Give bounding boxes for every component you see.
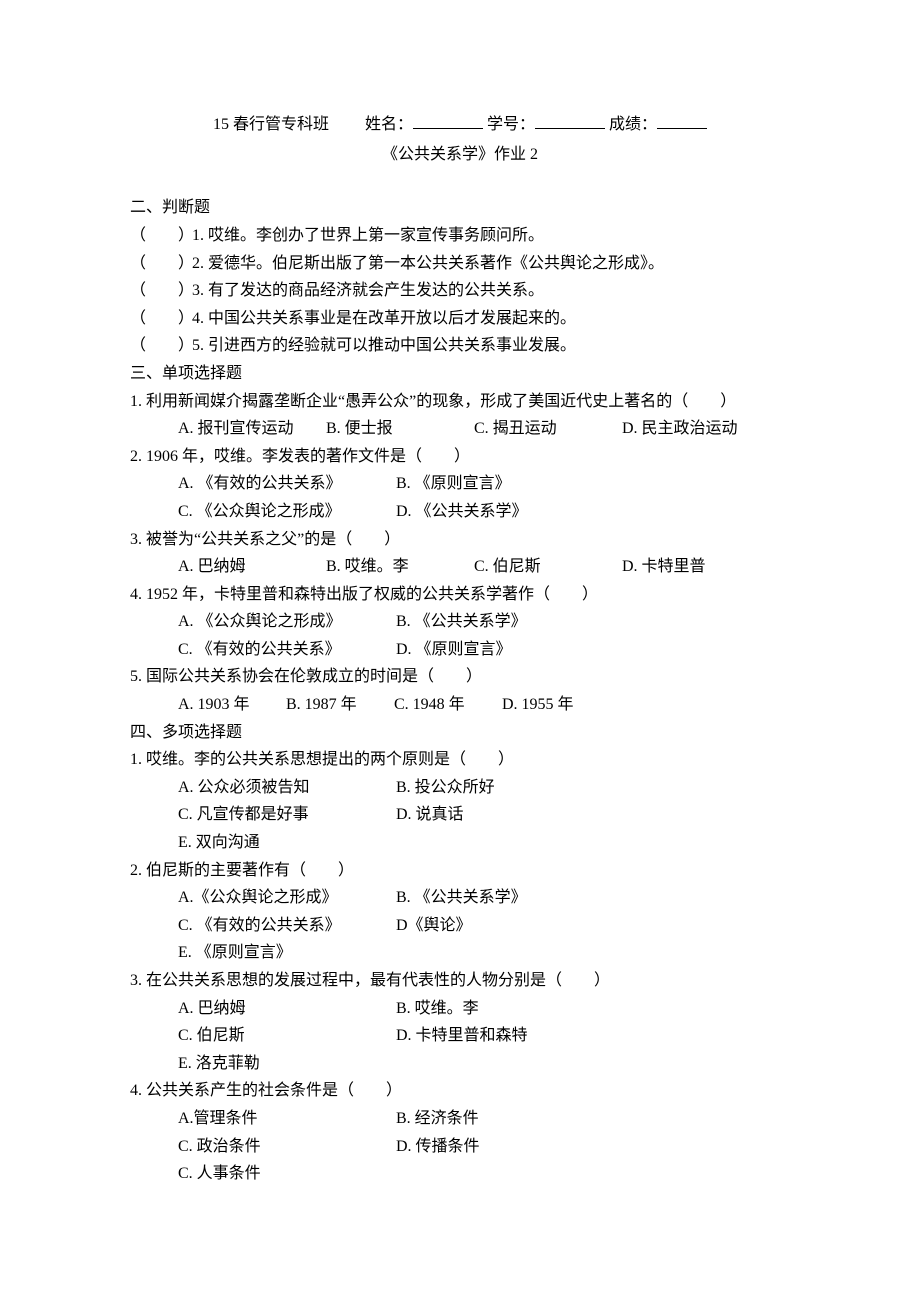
option[interactable]: B. 《原则宣言》	[396, 471, 606, 497]
option[interactable]: D. 民主政治运动	[622, 416, 762, 442]
option[interactable]: D. 说真话	[396, 802, 606, 828]
options-row: C. 《公众舆论之形成》 D. 《公共关系学》	[178, 499, 790, 525]
options-row: A. 公众必须被告知 B. 投公众所好	[178, 775, 790, 801]
options-row: E. 双向沟通	[178, 830, 790, 856]
question-stem: 2. 1906 年，哎维。李发表的著作文件是（ ）	[130, 444, 790, 470]
options-row: A. 报刊宣传运动 B. 便士报 C. 揭丑运动 D. 民主政治运动	[178, 416, 790, 442]
option[interactable]: D. 传播条件	[396, 1134, 606, 1160]
option[interactable]: C. 伯尼斯	[474, 554, 614, 580]
tf-text: 5. 引进西方的经验就可以推动中国公共关系事业发展。	[192, 337, 576, 354]
option[interactable]: C. 《公众舆论之形成》	[178, 499, 388, 525]
option[interactable]: C. 人事条件	[178, 1161, 388, 1187]
option[interactable]: B. 哎维。李	[396, 996, 606, 1022]
class-label: 15 春行管专科班	[213, 112, 329, 138]
tf-text: 2. 爱德华。伯尼斯出版了第一本公共关系著作《公共舆论之形成》。	[192, 255, 664, 272]
option[interactable]: B. 经济条件	[396, 1106, 606, 1132]
option[interactable]: D. 《公共关系学》	[396, 499, 606, 525]
option[interactable]: A. 《有效的公共关系》	[178, 471, 388, 497]
name-blank[interactable]	[413, 110, 483, 129]
question-stem: 4. 公共关系产生的社会条件是（ ）	[130, 1078, 790, 1104]
options-row: A.管理条件 B. 经济条件	[178, 1106, 790, 1132]
question-stem: 1. 利用新闻媒介揭露垄断企业“愚弄公众”的现象，形成了美国近代史上著名的（ ）	[130, 389, 790, 415]
question-stem: 4. 1952 年，卡特里普和森特出版了权威的公共关系学著作（ ）	[130, 582, 790, 608]
tf-paren[interactable]: （ ）	[130, 278, 192, 304]
options-row: C. 《有效的公共关系》 D《舆论》	[178, 913, 790, 939]
tf-item: （ ）2. 爱德华。伯尼斯出版了第一本公共关系著作《公共舆论之形成》。	[130, 251, 790, 277]
section2-title: 二、判断题	[130, 195, 790, 221]
options-row: A. 1903 年 B. 1987 年 C. 1948 年 D. 1955 年	[178, 692, 790, 718]
score-label: 成绩：	[609, 116, 657, 133]
option[interactable]: A.管理条件	[178, 1106, 388, 1132]
options-row: C. 《有效的公共关系》 D. 《原则宣言》	[178, 637, 790, 663]
question-stem: 5. 国际公共关系协会在伦敦成立的时间是（ ）	[130, 664, 790, 690]
question-stem: 3. 被誉为“公共关系之父”的是（ ）	[130, 527, 790, 553]
option[interactable]: E. 洛克菲勒	[178, 1051, 388, 1077]
tf-paren[interactable]: （ ）	[130, 333, 192, 359]
tf-paren[interactable]: （ ）	[130, 251, 192, 277]
tf-item: （ ）4. 中国公共关系事业是在改革开放以后才发展起来的。	[130, 306, 790, 332]
options-row: A. 巴纳姆 B. 哎维。李 C. 伯尼斯 D. 卡特里普	[178, 554, 790, 580]
tf-text: 1. 哎维。李创办了世界上第一家宣传事务顾问所。	[192, 227, 544, 244]
question-stem: 1. 哎维。李的公共关系思想提出的两个原则是（ ）	[130, 747, 790, 773]
question-stem: 3. 在公共关系思想的发展过程中，最有代表性的人物分别是（ ）	[130, 968, 790, 994]
option[interactable]: B. 1987 年	[286, 692, 386, 718]
tf-item: （ ）1. 哎维。李创办了世界上第一家宣传事务顾问所。	[130, 223, 790, 249]
tf-paren[interactable]: （ ）	[130, 223, 192, 249]
options-row: E. 洛克菲勒	[178, 1051, 790, 1077]
worksheet-title: 《公共关系学》作业 2	[130, 142, 790, 168]
option[interactable]: D. 卡特里普和森特	[396, 1023, 606, 1049]
tf-container: （ ）1. 哎维。李创办了世界上第一家宣传事务顾问所。（ ）2. 爱德华。伯尼斯…	[130, 223, 790, 359]
options-row: A. 《公众舆论之形成》 B. 《公共关系学》	[178, 609, 790, 635]
option[interactable]: D. 《原则宣言》	[396, 637, 606, 663]
option[interactable]: E. 《原则宣言》	[178, 940, 388, 966]
options-row: A. 《有效的公共关系》 B. 《原则宣言》	[178, 471, 790, 497]
header-line: 15 春行管专科班 姓名： 学号： 成绩：	[130, 110, 790, 138]
option[interactable]: D. 1955 年	[502, 692, 602, 718]
options-row: A.《公众舆论之形成》 B. 《公共关系学》	[178, 885, 790, 911]
option[interactable]: D《舆论》	[396, 913, 606, 939]
option[interactable]: A. 报刊宣传运动	[178, 416, 318, 442]
options-row: E. 《原则宣言》	[178, 940, 790, 966]
id-blank[interactable]	[535, 110, 605, 129]
option[interactable]: C. 1948 年	[394, 692, 494, 718]
section4-title: 四、多项选择题	[130, 720, 790, 746]
score-blank[interactable]	[657, 110, 707, 129]
tf-item: （ ）3. 有了发达的商品经济就会产生发达的公共关系。	[130, 278, 790, 304]
tf-paren[interactable]: （ ）	[130, 306, 192, 332]
tf-item: （ ）5. 引进西方的经验就可以推动中国公共关系事业发展。	[130, 333, 790, 359]
option[interactable]: A. 公众必须被告知	[178, 775, 388, 801]
id-label: 学号：	[487, 116, 535, 133]
option[interactable]: C. 《有效的公共关系》	[178, 637, 388, 663]
options-row: A. 巴纳姆 B. 哎维。李	[178, 996, 790, 1022]
options-row: C. 人事条件	[178, 1161, 790, 1187]
option[interactable]: B. 《公共关系学》	[396, 609, 606, 635]
option[interactable]: A. 《公众舆论之形成》	[178, 609, 388, 635]
option[interactable]: A.《公众舆论之形成》	[178, 885, 388, 911]
option[interactable]: B. 投公众所好	[396, 775, 606, 801]
option[interactable]: C. 伯尼斯	[178, 1023, 388, 1049]
option[interactable]: A. 1903 年	[178, 692, 278, 718]
section3-title: 三、单项选择题	[130, 361, 790, 387]
tf-text: 3. 有了发达的商品经济就会产生发达的公共关系。	[192, 282, 544, 299]
option[interactable]: C. 揭丑运动	[474, 416, 614, 442]
option[interactable]: D. 卡特里普	[622, 554, 762, 580]
option[interactable]: B. 哎维。李	[326, 554, 466, 580]
name-label: 姓名：	[365, 116, 413, 133]
single-choice-container: 1. 利用新闻媒介揭露垄断企业“愚弄公众”的现象，形成了美国近代史上著名的（ ）…	[130, 389, 790, 718]
question-stem: 2. 伯尼斯的主要著作有（ ）	[130, 858, 790, 884]
multi-choice-container: 1. 哎维。李的公共关系思想提出的两个原则是（ ）A. 公众必须被告知 B. 投公…	[130, 747, 790, 1187]
option[interactable]: C. 凡宣传都是好事	[178, 802, 388, 828]
options-row: C. 政治条件 D. 传播条件	[178, 1134, 790, 1160]
option[interactable]: C. 政治条件	[178, 1134, 388, 1160]
option[interactable]: B. 《公共关系学》	[396, 885, 606, 911]
option[interactable]: C. 《有效的公共关系》	[178, 913, 388, 939]
option[interactable]: E. 双向沟通	[178, 830, 388, 856]
tf-text: 4. 中国公共关系事业是在改革开放以后才发展起来的。	[192, 310, 576, 327]
option[interactable]: A. 巴纳姆	[178, 554, 318, 580]
options-row: C. 伯尼斯 D. 卡特里普和森特	[178, 1023, 790, 1049]
option[interactable]: A. 巴纳姆	[178, 996, 388, 1022]
options-row: C. 凡宣传都是好事 D. 说真话	[178, 802, 790, 828]
option[interactable]: B. 便士报	[326, 416, 466, 442]
